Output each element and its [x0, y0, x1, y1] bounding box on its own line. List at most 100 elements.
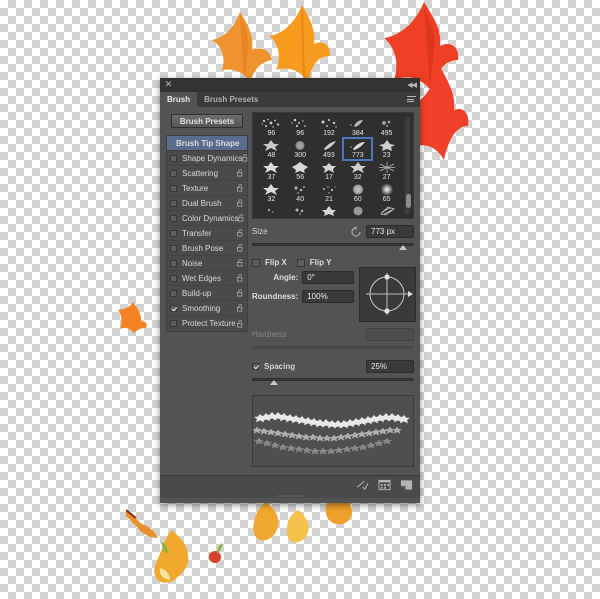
sidebar-item-noise[interactable]: Noise	[167, 256, 247, 271]
flip-x-checkbox[interactable]	[252, 258, 260, 267]
brush-thumbnail	[257, 160, 286, 174]
tab-brush[interactable]: Brush	[160, 92, 198, 107]
brush-presets-button[interactable]: Brush Presets	[171, 114, 243, 128]
brush-tip-cell[interactable]: 192	[315, 116, 344, 138]
panel-menu-icon[interactable]	[407, 96, 416, 104]
sidebar-item-label: Scattering	[182, 168, 219, 178]
brush-thumbnail	[286, 182, 315, 196]
angle-roundness-pad[interactable]	[359, 267, 417, 322]
size-input[interactable]: 773 px	[366, 225, 414, 238]
brush-size-label: 96	[267, 130, 276, 137]
lock-open-icon[interactable]	[237, 259, 244, 267]
panel-resize-gripper[interactable]	[160, 493, 420, 498]
tab-brush-presets[interactable]: Brush Presets	[197, 92, 265, 107]
close-icon[interactable]: ✕	[164, 80, 173, 89]
roundness-input[interactable]: 100%	[302, 290, 355, 303]
brush-tip-cell[interactable]: 493	[315, 138, 344, 160]
brush-tip-cell[interactable]: 17	[315, 160, 344, 182]
flip-y-checkbox[interactable]	[296, 258, 305, 267]
brush-tip-cell[interactable]	[372, 204, 401, 218]
sidebar-item-shape-dynamics[interactable]: Shape Dynamics	[167, 151, 249, 166]
collapse-panel-icon[interactable]: ◀◀	[407, 81, 417, 89]
brush-tip-cell-selected[interactable]: 773	[342, 137, 374, 161]
brush-tip-grid[interactable]: 96 96 192 384 495 48 300 493 773 23 37 5…	[252, 112, 414, 219]
spacing-checkbox[interactable]	[252, 363, 259, 370]
brush-tip-cell[interactable]: 96	[286, 116, 315, 138]
toggle-brush-stroke-icon[interactable]	[356, 479, 369, 491]
brush-tip-cell[interactable]: 37	[257, 160, 286, 182]
checkbox[interactable]	[170, 244, 177, 252]
brush-tip-cell[interactable]	[343, 204, 372, 218]
checkbox[interactable]	[170, 184, 177, 192]
lock-open-icon[interactable]	[237, 274, 244, 282]
checkbox[interactable]	[170, 289, 177, 297]
brush-tip-cell[interactable]: 60	[343, 182, 372, 204]
brush-tip-cell[interactable]: 495	[372, 116, 401, 138]
scrollbar-thumb[interactable]	[406, 194, 411, 208]
sidebar-item-brush-pose[interactable]: Brush Pose	[167, 241, 247, 256]
sidebar-item-transfer[interactable]: Transfer	[167, 226, 247, 241]
checkbox[interactable]	[170, 274, 177, 282]
brush-tip-cell[interactable]: 23	[372, 138, 401, 160]
sidebar-item-scattering[interactable]: Scattering	[167, 166, 247, 181]
brush-thumbnail	[315, 116, 344, 130]
lock-open-icon[interactable]	[237, 229, 244, 237]
brush-tip-cell[interactable]: 40	[286, 182, 315, 204]
brush-tip-cell[interactable]: 32	[257, 182, 286, 204]
brush-tip-cell[interactable]	[286, 204, 315, 218]
angle-control-row: Angle: 0°	[252, 271, 355, 284]
sidebar-item-build-up[interactable]: Build-up	[167, 286, 247, 301]
angle-input[interactable]: 0°	[302, 271, 355, 284]
sidebar-item-texture[interactable]: Texture	[167, 181, 247, 196]
lock-open-icon[interactable]	[238, 214, 245, 222]
slider-knob[interactable]	[269, 380, 278, 385]
spacing-slider[interactable]	[252, 376, 414, 386]
brush-tip-cell[interactable]: 48	[257, 138, 286, 160]
lock-open-icon[interactable]	[237, 199, 244, 207]
lock-open-icon[interactable]	[237, 304, 244, 312]
checkbox[interactable]	[170, 229, 177, 237]
sidebar-item-smoothing[interactable]: Smoothing	[167, 301, 247, 316]
brush-tip-cell[interactable]: 32	[343, 160, 372, 182]
lock-open-icon[interactable]	[237, 169, 244, 177]
brush-presets-grid-icon[interactable]	[378, 479, 391, 491]
checkbox[interactable]	[170, 199, 177, 207]
brush-tip-cell[interactable]	[315, 204, 344, 218]
brush-panel[interactable]: ✕ ◀◀ Brush Brush Presets Brush Presets B…	[160, 78, 420, 503]
checkbox[interactable]	[170, 259, 177, 267]
lock-open-icon[interactable]	[237, 289, 244, 297]
sidebar-item-brush-tip-shape[interactable]: Brush Tip Shape	[167, 136, 247, 151]
flip-x-label: Flip X	[265, 258, 287, 267]
checkbox[interactable]	[170, 214, 177, 222]
brush-thumbnail	[343, 182, 372, 196]
checkbox[interactable]	[170, 154, 177, 162]
brush-thumbnail	[257, 138, 286, 152]
brush-tip-cell[interactable]: 56	[286, 160, 315, 182]
sidebar-item-color-dynamics[interactable]: Color Dynamics	[167, 211, 247, 226]
brush-tip-cell[interactable]: 65	[372, 182, 401, 204]
slider-knob[interactable]	[399, 245, 408, 250]
brush-tip-cell[interactable]	[257, 204, 286, 218]
brush-grid-scrollbar[interactable]	[404, 116, 411, 215]
size-slider[interactable]	[252, 241, 414, 251]
checkbox[interactable]	[170, 320, 177, 327]
checkbox[interactable]	[170, 169, 177, 177]
lock-open-icon[interactable]	[237, 244, 244, 252]
brush-tip-cell[interactable]: 300	[286, 138, 315, 160]
reset-arrow-icon[interactable]	[351, 226, 362, 237]
spacing-input[interactable]: 25%	[366, 360, 414, 373]
brush-tip-cell[interactable]: 21	[315, 182, 344, 204]
sidebar-item-protect-texture[interactable]: Protect Texture	[167, 316, 247, 331]
lock-open-icon[interactable]	[242, 154, 249, 162]
brush-tip-cell[interactable]: 96	[257, 116, 286, 138]
brush-tip-cell[interactable]: 384	[343, 116, 372, 138]
sidebar-item-dual-brush[interactable]: Dual Brush	[167, 196, 247, 211]
slider-track	[252, 243, 414, 246]
sidebar-item-wet-edges[interactable]: Wet Edges	[167, 271, 247, 286]
hardness-slider	[252, 344, 414, 354]
lock-open-icon[interactable]	[237, 184, 244, 192]
brush-tip-cell[interactable]: 27	[372, 160, 401, 182]
new-brush-icon[interactable]	[400, 479, 413, 491]
checkbox[interactable]	[170, 304, 177, 312]
lock-open-icon[interactable]	[237, 319, 244, 328]
